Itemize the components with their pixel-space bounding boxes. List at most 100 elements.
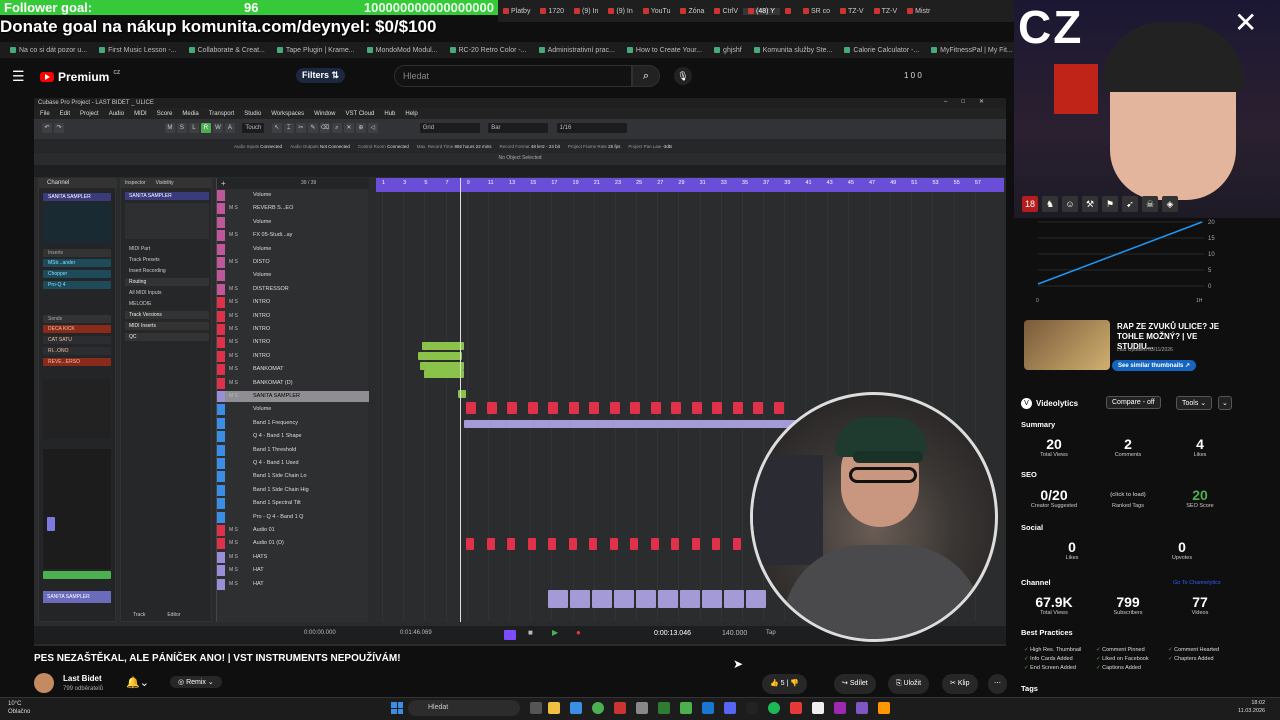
- audio-event[interactable]: [732, 538, 741, 550]
- browser-tab[interactable]: Zóna: [675, 8, 709, 15]
- left-locator[interactable]: 0:00:00.000: [304, 630, 336, 636]
- bookmark-item[interactable]: Calorie Calculator -...: [844, 47, 919, 54]
- audio-event[interactable]: [712, 538, 720, 550]
- menu-item-project[interactable]: Project: [80, 111, 99, 117]
- channelytics-link[interactable]: Go To Channelytics: [1173, 580, 1221, 586]
- cycle-icon[interactable]: [504, 630, 516, 640]
- browser-tab[interactable]: TZ-V: [835, 8, 869, 15]
- collapse-chevron-icon[interactable]: ⌄: [1218, 396, 1232, 410]
- mute-solo-buttons[interactable]: M S: [229, 351, 238, 362]
- record-icon[interactable]: ●: [576, 628, 581, 637]
- track-row[interactable]: M S BANKOMAT: [217, 364, 369, 376]
- automation-button[interactable]: A: [224, 123, 235, 133]
- remix-button[interactable]: ◎ Remix ⌄: [170, 676, 222, 688]
- recommended-thumbnail[interactable]: [1024, 320, 1110, 370]
- taskbar-search[interactable]: Hledat: [408, 700, 520, 716]
- redo-icon[interactable]: ↷: [54, 123, 64, 133]
- share-button[interactable]: ↪ Sdílet: [834, 674, 876, 694]
- solo-button[interactable]: S: [176, 123, 187, 133]
- hats-event[interactable]: [570, 590, 590, 608]
- app-icon-red[interactable]: [614, 702, 626, 714]
- mute-solo-buttons[interactable]: M S: [229, 203, 238, 214]
- bankomat-event[interactable]: [712, 402, 722, 414]
- right-locator[interactable]: 0:01:46.069: [400, 630, 432, 636]
- more-actions-icon[interactable]: ⋯: [988, 674, 1007, 694]
- bookmark-item[interactable]: First Music Lesson -...: [99, 47, 176, 54]
- menu-item-media[interactable]: Media: [182, 111, 198, 117]
- mute-solo-buttons[interactable]: M S: [229, 337, 238, 348]
- browser-tab[interactable]: SR co: [798, 8, 835, 15]
- audio-event[interactable]: [527, 538, 536, 550]
- stop-icon[interactable]: ■: [528, 628, 533, 637]
- track-row[interactable]: M S INTRO: [217, 324, 369, 335]
- hats-event[interactable]: [702, 590, 722, 608]
- bookmark-item[interactable]: Na co si dát pozor u...: [10, 47, 87, 54]
- track-row[interactable]: Volume: [217, 404, 369, 416]
- bankomat-event[interactable]: [507, 402, 517, 414]
- tools-dropdown[interactable]: Tools ⌄: [1176, 396, 1213, 410]
- bankomat-event[interactable]: [527, 402, 538, 414]
- menu-item-score[interactable]: Score: [157, 111, 173, 117]
- track-row[interactable]: M S REVERB S...EO: [217, 203, 369, 215]
- channel-tab[interactable]: Channel: [39, 179, 117, 188]
- inserts-label[interactable]: Inserts: [43, 249, 111, 257]
- track-row[interactable]: Band 1 Frequency: [217, 417, 369, 429]
- intro-event[interactable]: [424, 370, 464, 378]
- track-row[interactable]: Volume: [217, 243, 369, 255]
- xbox-icon[interactable]: [680, 702, 692, 714]
- bankomat-event[interactable]: [650, 402, 661, 414]
- audio-event[interactable]: [691, 538, 700, 550]
- automation-mode-select[interactable]: Touch: [242, 123, 265, 133]
- track-row[interactable]: Volume: [217, 216, 369, 228]
- hats-event[interactable]: [636, 590, 656, 608]
- volume-fader-handle[interactable]: [47, 517, 55, 531]
- intro-event[interactable]: [418, 352, 462, 360]
- bookmark-item[interactable]: MondoMod Modul...: [367, 47, 438, 54]
- track-row[interactable]: M S INTRO: [217, 350, 369, 362]
- mute-solo-buttons[interactable]: M S: [229, 525, 238, 536]
- bankomat-event[interactable]: [466, 402, 476, 414]
- active-app-icon[interactable]: [790, 702, 802, 714]
- tab-inspector[interactable]: Inspector: [125, 179, 146, 188]
- hats-event[interactable]: [746, 590, 766, 608]
- track-row[interactable]: M S BANKOMAT (D): [217, 377, 369, 389]
- search-icon[interactable]: ⌕: [632, 65, 660, 87]
- hats-event[interactable]: [680, 590, 700, 608]
- zoom-tool-icon[interactable]: ⌕: [331, 123, 342, 133]
- mute-solo-buttons[interactable]: M S: [229, 391, 238, 402]
- bankomat-event[interactable]: [548, 402, 558, 414]
- terminal-icon[interactable]: [746, 702, 758, 714]
- chrome-icon[interactable]: [592, 702, 604, 714]
- send-slot[interactable]: RI...ONO: [43, 347, 111, 355]
- clip-button[interactable]: ✂ Klip: [942, 674, 978, 694]
- read-button[interactable]: R: [200, 123, 211, 133]
- mute-solo-buttons[interactable]: M S: [229, 257, 238, 268]
- listen-button[interactable]: L: [188, 123, 199, 133]
- bankomat-event[interactable]: [630, 402, 640, 414]
- quantize-select[interactable]: 1/16: [556, 123, 627, 133]
- menu-item-audio[interactable]: Audio: [109, 111, 124, 117]
- inspector-row[interactable]: MELODIE: [125, 300, 209, 308]
- bankomat-event[interactable]: [486, 402, 497, 414]
- hats-event[interactable]: [548, 590, 568, 608]
- audio-event[interactable]: [507, 538, 515, 550]
- youtube-search-input[interactable]: Hledat: [394, 65, 632, 87]
- split-tool-icon[interactable]: ✂: [295, 123, 306, 133]
- audio-event[interactable]: [486, 538, 495, 550]
- browser-tab[interactable]: Mistr: [902, 8, 935, 15]
- like-button[interactable]: 👍 5 | 👎: [762, 674, 808, 694]
- inspector-row[interactable]: Routing: [125, 278, 209, 286]
- send-slot[interactable]: DECA KICK: [43, 325, 111, 333]
- track-row[interactable]: Volume: [217, 270, 369, 282]
- browser-tab[interactable]: (9) In: [569, 8, 603, 15]
- undo-icon[interactable]: ↶: [42, 123, 52, 133]
- bankomat-event[interactable]: [732, 402, 743, 414]
- audio-event[interactable]: [671, 538, 679, 550]
- intro-event[interactable]: [420, 362, 464, 370]
- inspector-row[interactable]: Track Versions: [125, 311, 209, 319]
- notification-bell-icon[interactable]: 🔔⌄: [126, 676, 149, 689]
- youtube-logo[interactable]: Premium CZ: [40, 70, 120, 84]
- playhead-cursor[interactable]: [460, 178, 461, 622]
- bankomat-event[interactable]: [609, 402, 620, 414]
- menu-item-hub[interactable]: Hub: [384, 111, 395, 117]
